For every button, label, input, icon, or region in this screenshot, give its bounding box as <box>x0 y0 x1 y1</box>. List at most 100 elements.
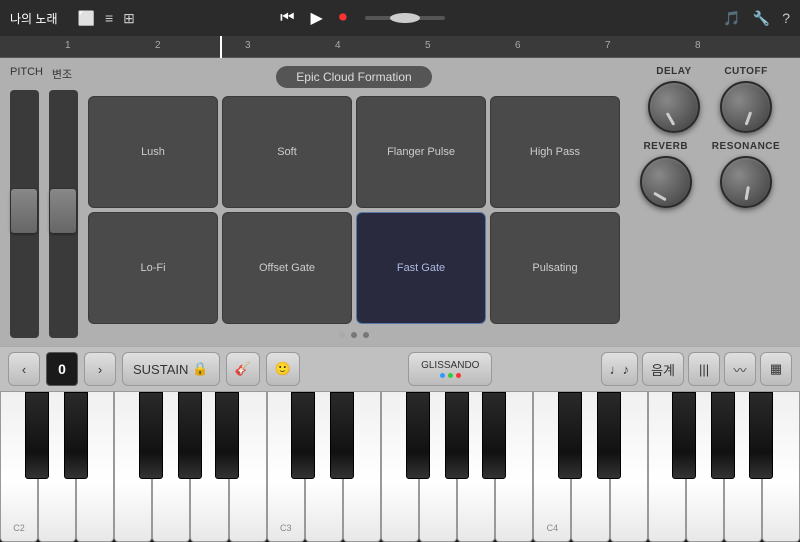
key-gs4[interactable] <box>711 392 735 479</box>
slider-labels: PITCH 변조 <box>10 66 78 82</box>
plugin-button[interactable]: ▦ <box>760 352 792 386</box>
dot-1[interactable] <box>339 332 345 338</box>
arpeggio-button[interactable]: 〰 <box>724 352 756 386</box>
help-icon[interactable]: ? <box>782 10 790 26</box>
ruler-marker-1: 1 <box>65 40 71 51</box>
key-cs2[interactable] <box>25 392 49 479</box>
song-title: 나의 노래 <box>10 10 58 27</box>
progress-thumb[interactable] <box>390 13 420 23</box>
lock-icon: 🔒 <box>192 361 208 377</box>
key-gs3[interactable] <box>445 392 469 479</box>
keyboard-layout-button[interactable]: ||| <box>688 352 720 386</box>
cutoff-indicator <box>745 111 753 125</box>
mod-slider[interactable] <box>49 90 78 338</box>
pads-section: Epic Cloud Formation Lush Soft Flanger P… <box>88 66 620 338</box>
cutoff-knob[interactable] <box>720 81 772 133</box>
pad-flanger-pulse[interactable]: Flanger Pulse <box>356 96 486 208</box>
top-knob-row: DELAY CUTOFF <box>630 66 790 133</box>
dot-3[interactable] <box>363 332 369 338</box>
key-cs4[interactable] <box>558 392 582 479</box>
instrument-area: PITCH 변조 Epic Cloud Formation Lush Soft … <box>0 58 800 346</box>
glissando-dot-blue <box>440 373 445 378</box>
key-cs3[interactable] <box>291 392 315 479</box>
pad-fast-gate[interactable]: Fast Gate <box>356 212 486 324</box>
pitch-label: PITCH <box>10 66 38 82</box>
key-as4[interactable] <box>749 392 773 479</box>
emoji-button[interactable]: 🙂 <box>266 352 300 386</box>
preset-name[interactable]: Epic Cloud Formation <box>276 66 431 88</box>
controls-bar: ‹ 0 › SUSTAIN 🔒 🎸 🙂 GLISSANDO ♩♪ 음계 ||| … <box>0 346 800 392</box>
delay-indicator <box>666 112 676 126</box>
ruler-marker-5: 5 <box>425 40 431 51</box>
pad-soft[interactable]: Soft <box>222 96 352 208</box>
pad-lofi[interactable]: Lo-Fi <box>88 212 218 324</box>
ruler-marker-3: 3 <box>245 40 251 51</box>
pad-high-pass[interactable]: High Pass <box>490 96 620 208</box>
rewind-button[interactable]: ⏮ <box>276 7 298 29</box>
instrument-selector-button[interactable]: 🎸 <box>226 352 260 386</box>
sustain-label: SUSTAIN <box>133 362 188 377</box>
delay-group: DELAY <box>648 66 700 133</box>
wrench-icon[interactable]: 🔧 <box>753 10 770 27</box>
notes-button[interactable]: ♩♪ <box>601 352 639 386</box>
progress-bar[interactable] <box>365 16 445 20</box>
mixer-icon[interactable]: ⊞ <box>123 10 135 27</box>
pad-offset-gate[interactable]: Offset Gate <box>222 212 352 324</box>
key-fs2[interactable] <box>139 392 163 479</box>
key-as2[interactable] <box>215 392 239 479</box>
cutoff-label: CUTOFF <box>724 66 767 77</box>
bottom-knob-row: REVERB RESONANCE <box>630 141 790 208</box>
key-ds3[interactable] <box>330 392 354 479</box>
sustain-button[interactable]: SUSTAIN 🔒 <box>122 352 220 386</box>
tracks-icon[interactable]: ≡ <box>105 10 113 26</box>
resonance-knob[interactable] <box>720 156 772 208</box>
octave-down-button[interactable]: ‹ <box>8 352 40 386</box>
app-container: 나의 노래 ⬜ ≡ ⊞ ⏮ ▶ ⏺ 🎵 🔧 ? 1 2 3 4 5 6 7 8 <box>0 0 800 542</box>
key-fs4[interactable] <box>672 392 696 479</box>
resonance-group: RESONANCE <box>712 141 780 208</box>
octave-up-button[interactable]: › <box>84 352 116 386</box>
resonance-indicator <box>745 186 750 200</box>
pads-grid: Lush Soft Flanger Pulse High Pass Lo-Fi … <box>88 96 620 324</box>
glissando-dots <box>440 373 461 378</box>
dot-2[interactable] <box>351 332 357 338</box>
ruler-marker-2: 2 <box>155 40 161 51</box>
playhead[interactable] <box>220 36 222 58</box>
scale-button[interactable]: 음계 <box>642 352 684 386</box>
mod-label: 변조 <box>48 66 76 82</box>
keyboard-container: C2 C3 C4 <box>0 392 800 542</box>
key-as3[interactable] <box>482 392 506 479</box>
key-gs2[interactable] <box>178 392 202 479</box>
glissando-dot-green <box>448 373 453 378</box>
ruler-marker-4: 4 <box>335 40 341 51</box>
transport-controls: ⏮ ▶ ⏺ <box>276 6 451 30</box>
sliders-row <box>10 90 78 338</box>
glissando-dot-red <box>456 373 461 378</box>
ruler-marker-8: 8 <box>695 40 701 51</box>
reverb-knob[interactable] <box>640 156 692 208</box>
reverb-group: REVERB <box>640 141 692 208</box>
ruler-marker-6: 6 <box>515 40 521 51</box>
metronome-icon[interactable]: 🎵 <box>723 10 740 27</box>
page-dots <box>339 332 369 338</box>
pitch-thumb[interactable] <box>11 189 37 233</box>
mod-thumb[interactable] <box>50 189 76 233</box>
pad-lush[interactable]: Lush <box>88 96 218 208</box>
top-bar: 나의 노래 ⬜ ≡ ⊞ ⏮ ▶ ⏺ 🎵 🔧 ? <box>0 0 800 36</box>
ruler: 1 2 3 4 5 6 7 8 <box>0 36 800 58</box>
key-ds2[interactable] <box>64 392 88 479</box>
reverb-label: REVERB <box>643 141 688 152</box>
delay-knob[interactable] <box>648 81 700 133</box>
key-fs3[interactable] <box>406 392 430 479</box>
record-button[interactable]: ⏺ <box>335 7 351 29</box>
play-button[interactable]: ▶ <box>307 6 327 30</box>
pad-pulsating[interactable]: Pulsating <box>490 212 620 324</box>
key-ds4[interactable] <box>597 392 621 479</box>
resonance-label: RESONANCE <box>712 141 780 152</box>
left-sliders: PITCH 변조 <box>10 66 78 338</box>
camera-icon[interactable]: ⬜ <box>78 10 95 27</box>
delay-label: DELAY <box>656 66 691 77</box>
right-ctrl-group: ♩♪ 음계 ||| 〰 ▦ <box>601 352 792 386</box>
glissando-button[interactable]: GLISSANDO <box>408 352 492 386</box>
pitch-slider[interactable] <box>10 90 39 338</box>
